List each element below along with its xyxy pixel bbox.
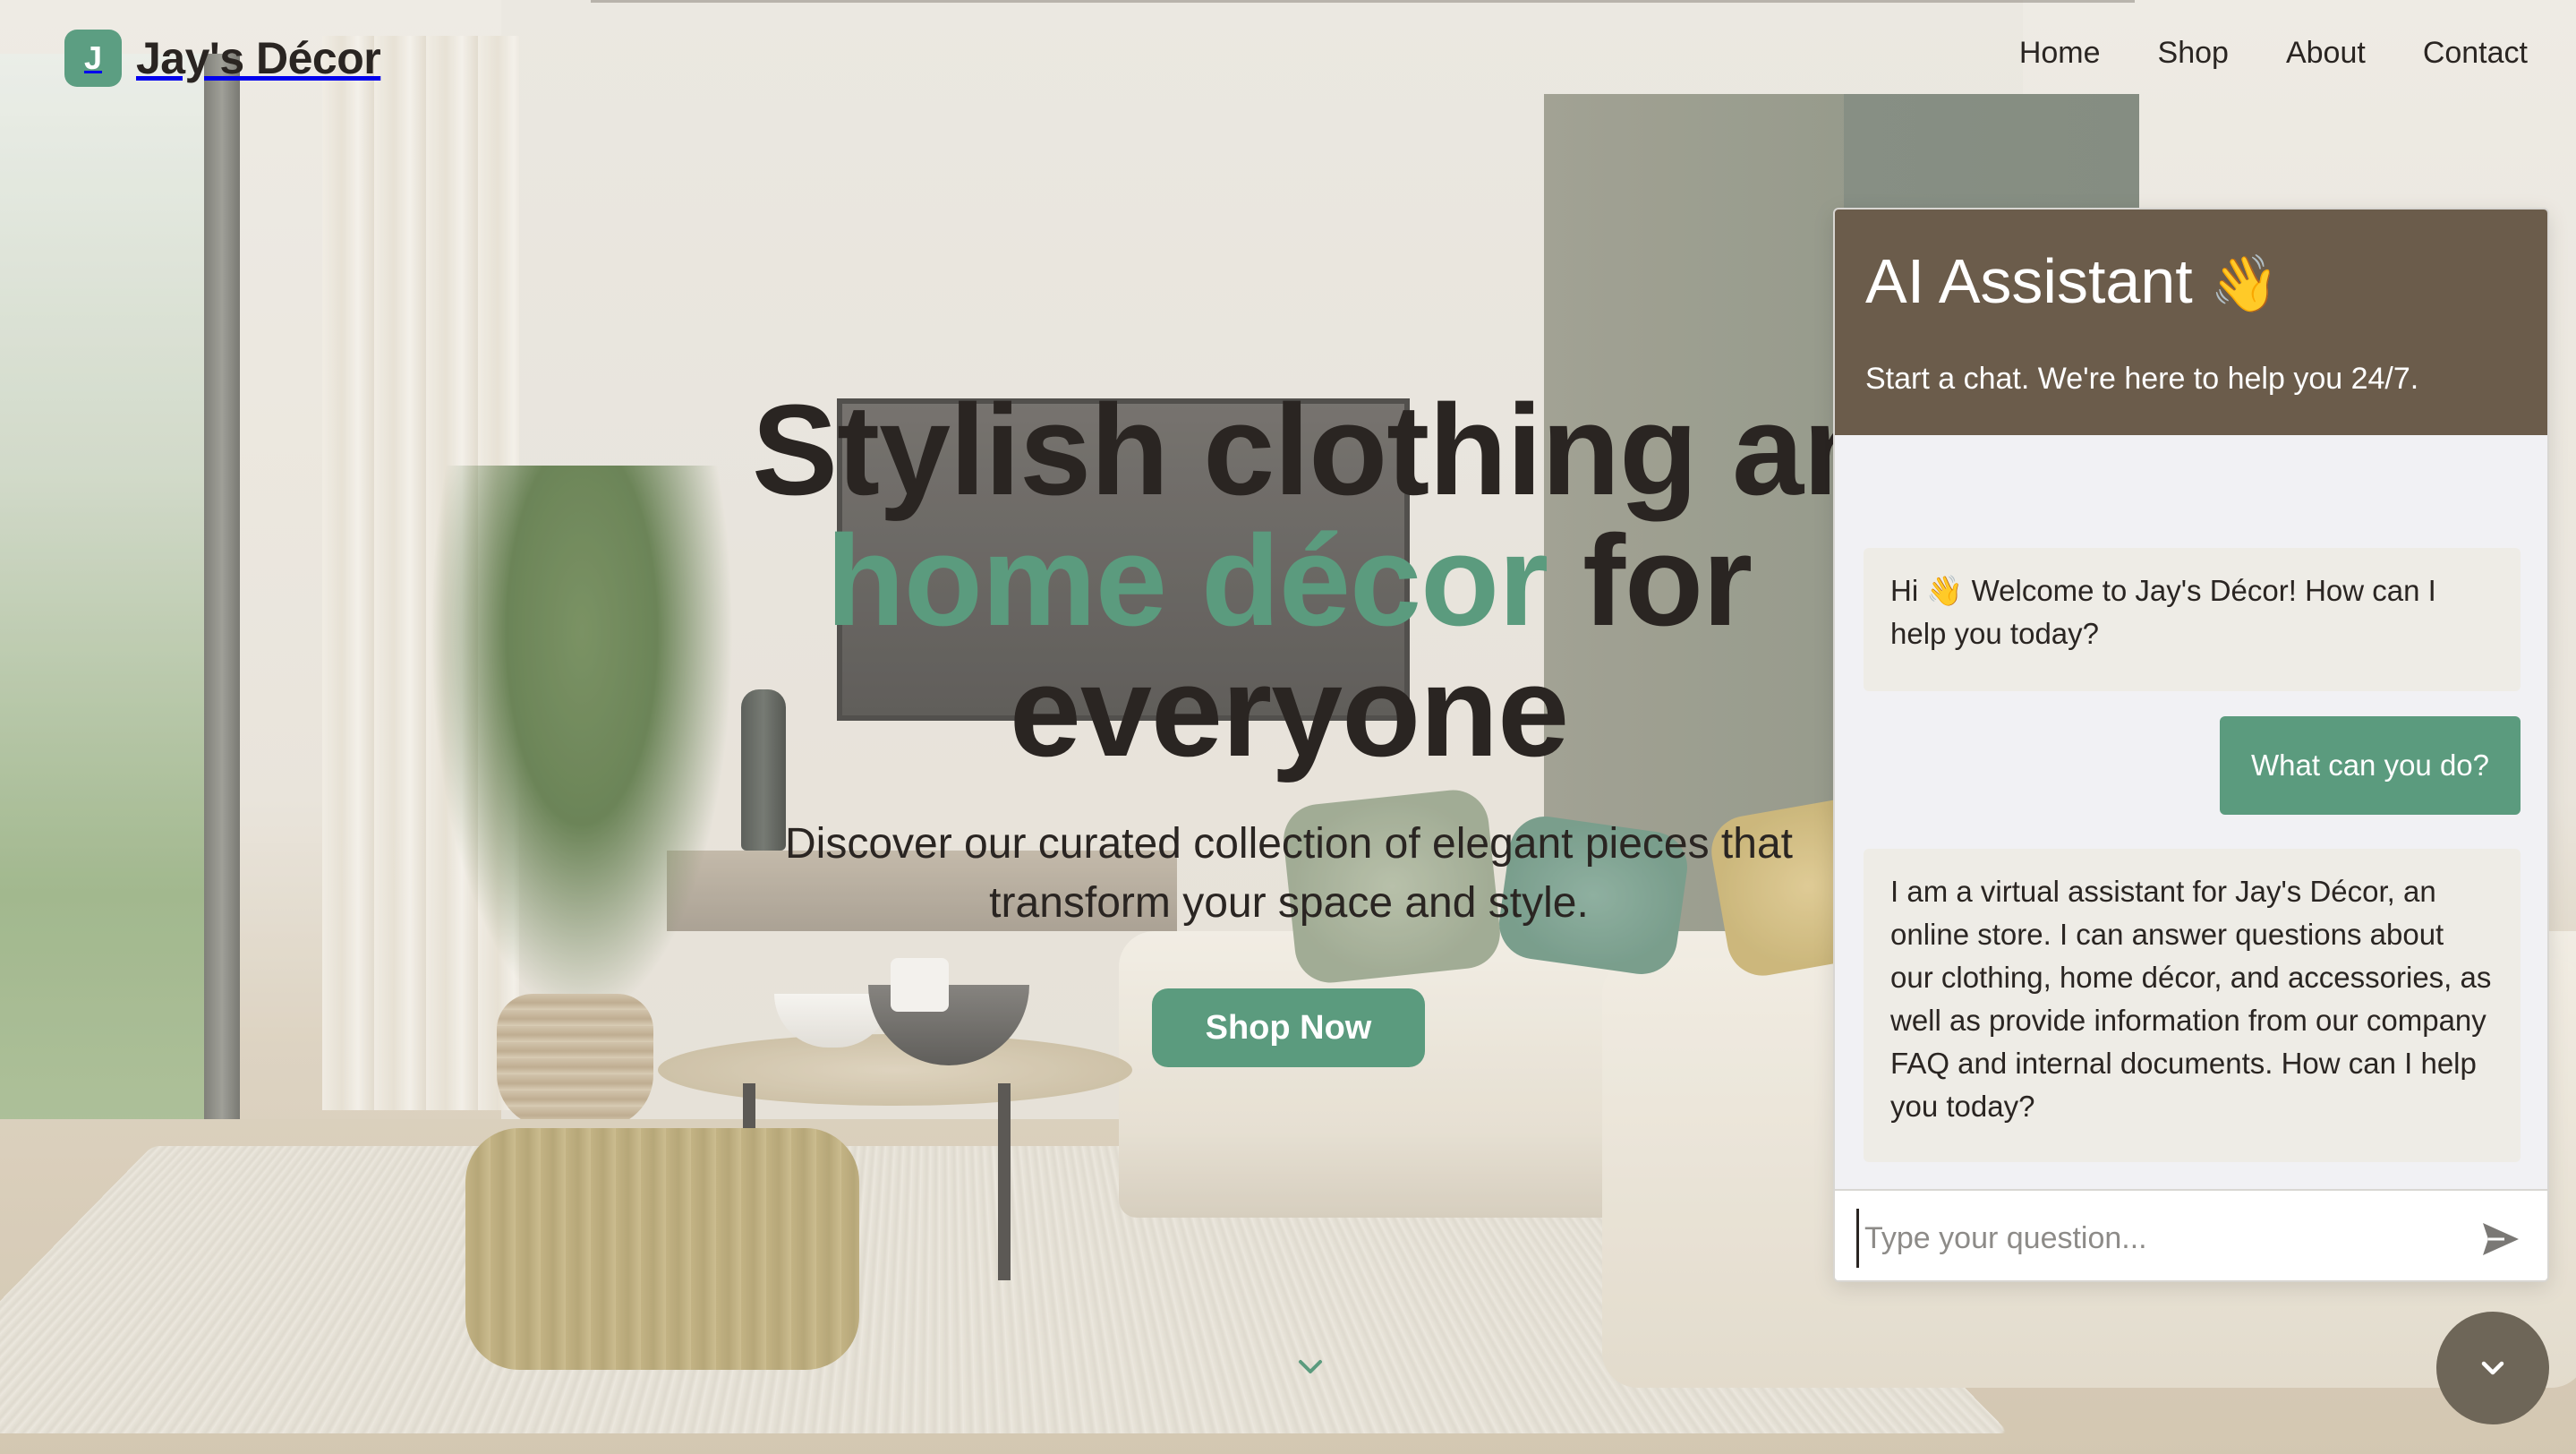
chat-widget: AI Assistant 👋 Start a chat. We're here … bbox=[1833, 208, 2549, 1282]
shop-now-button[interactable]: Shop Now bbox=[1152, 988, 1425, 1067]
nav-contact[interactable]: Contact bbox=[2394, 36, 2556, 71]
brand-logo-link[interactable]: J Jay's Décor bbox=[64, 30, 381, 87]
send-button[interactable] bbox=[2478, 1216, 2524, 1262]
assistant-message: I am a virtual assistant for Jay's Décor… bbox=[1864, 849, 2521, 1162]
chat-header: AI Assistant 👋 Start a chat. We're here … bbox=[1835, 210, 2547, 435]
main-nav: Home Shop About Contact bbox=[1991, 36, 2556, 71]
waving-hand-icon: 👋 bbox=[2210, 253, 2280, 315]
chat-input-bar bbox=[1835, 1189, 2547, 1280]
brand-name: Jay's Décor bbox=[136, 33, 381, 83]
hero-title: Stylish clothing an home décor for every… bbox=[627, 385, 1951, 777]
hero-title-line-2: home décor for bbox=[627, 516, 1951, 646]
hero-subtitle: Discover our curated collection of elega… bbox=[785, 820, 1793, 927]
chevron-down-icon[interactable] bbox=[1295, 1352, 1326, 1382]
site-header: J Jay's Décor Home Shop About Contact bbox=[0, 0, 2576, 116]
logo-mark: J bbox=[64, 30, 122, 87]
hero-title-line-2-rest: for bbox=[1548, 509, 1753, 653]
hero-title-line-3: everyone bbox=[1009, 639, 1569, 783]
nav-about[interactable]: About bbox=[2257, 36, 2394, 71]
header-divider bbox=[591, 0, 2135, 3]
chat-question-input[interactable] bbox=[1856, 1209, 2447, 1268]
chat-subtitle: Start a chat. We're here to help you 24/… bbox=[1865, 362, 2419, 396]
nav-shop[interactable]: Shop bbox=[2129, 36, 2257, 71]
chat-title-text: AI Assistant bbox=[1865, 246, 2193, 316]
hero-title-line-1: Stylish clothing an bbox=[752, 378, 1881, 522]
chat-toggle-button[interactable] bbox=[2436, 1312, 2549, 1424]
chevron-down-icon bbox=[2481, 1361, 2504, 1375]
send-icon bbox=[2483, 1223, 2519, 1255]
assistant-message: Hi 👋 Welcome to Jay's Décor! How can I h… bbox=[1864, 548, 2521, 691]
nav-home[interactable]: Home bbox=[1991, 36, 2129, 71]
chat-title: AI Assistant 👋 bbox=[1865, 245, 2279, 317]
user-message: What can you do? bbox=[2220, 716, 2521, 815]
hero-title-accent: home décor bbox=[825, 509, 1548, 653]
